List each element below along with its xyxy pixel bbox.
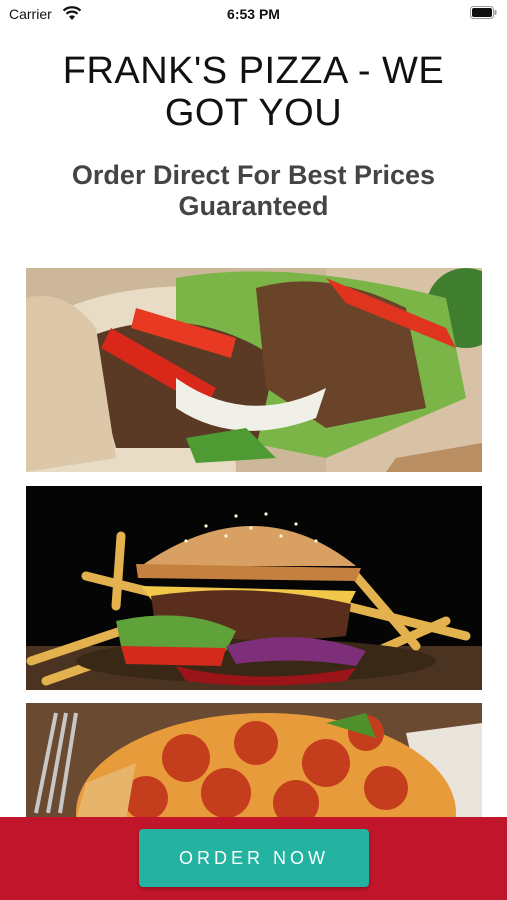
order-bar: ORDER NOW bbox=[0, 817, 507, 900]
order-now-button[interactable]: ORDER NOW bbox=[139, 829, 369, 887]
burger-photo bbox=[26, 486, 482, 690]
page-subtitle: Order Direct For Best Prices Guaranteed bbox=[71, 160, 436, 221]
status-bar: Carrier 6:53 PM bbox=[0, 0, 507, 30]
battery-icon bbox=[470, 6, 497, 19]
clock: 6:53 PM bbox=[227, 6, 280, 22]
page-title: FRANK'S PIZZA - WE GOT YOU bbox=[62, 50, 445, 134]
gyro-photo bbox=[26, 268, 482, 472]
pizza-photo bbox=[26, 703, 482, 820]
